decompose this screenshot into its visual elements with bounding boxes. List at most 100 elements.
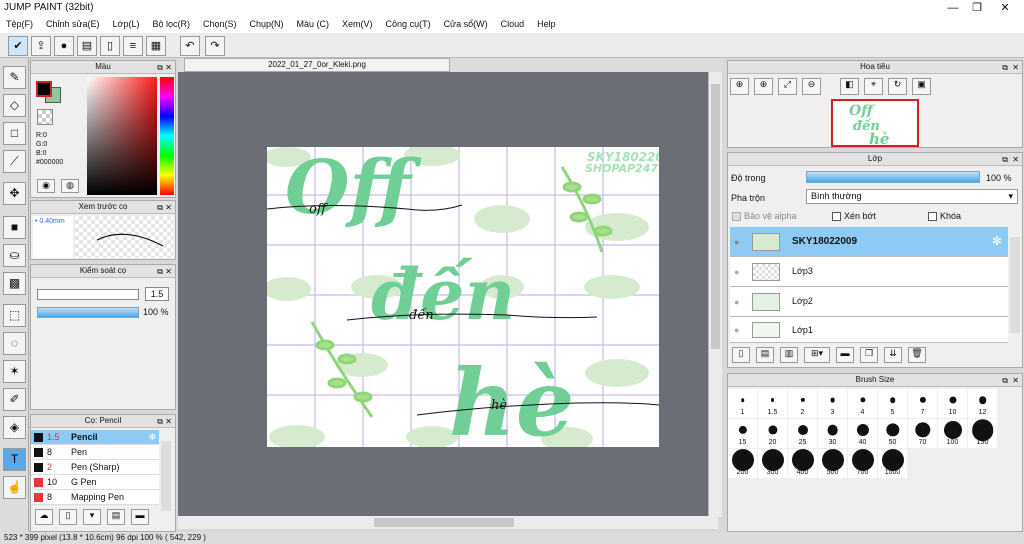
- menu-help[interactable]: Help: [537, 16, 556, 33]
- foreground-color-swatch[interactable]: [36, 81, 52, 97]
- canvas-horizontal-scrollbar[interactable]: [178, 516, 718, 529]
- brush-size-cell[interactable]: 40: [848, 419, 878, 449]
- eraser-tool-icon[interactable]: ◇: [3, 94, 26, 117]
- layer-row[interactable]: ● Lớp2: [730, 287, 1008, 317]
- gear-icon[interactable]: ✻: [148, 432, 156, 443]
- menu-color[interactable]: Màu (C): [297, 16, 330, 33]
- brush-item-pen-sharp[interactable]: 2 Pen (Sharp): [31, 460, 159, 475]
- brush-size-cell[interactable]: 50: [878, 419, 908, 449]
- move-tool-icon[interactable]: ✥: [3, 182, 26, 205]
- brush-item-pencil[interactable]: 1.5 Pencil ✻: [31, 430, 159, 445]
- brush-size-cell[interactable]: 700: [848, 449, 878, 479]
- list-icon[interactable]: ≡: [123, 36, 143, 56]
- brush-size-cell[interactable]: 10: [938, 389, 968, 419]
- saturation-value-picker[interactable]: [87, 77, 157, 195]
- brush-size-cell[interactable]: 500: [818, 449, 848, 479]
- zoom-out-icon[interactable]: ⊖: [802, 78, 821, 95]
- artwork-canvas[interactable]: Off đến hè off đến hè SKY18022009 SHOPAP…: [267, 147, 659, 447]
- menu-select[interactable]: Chọn(S): [203, 16, 237, 33]
- rect-select-tool-icon[interactable]: □: [3, 122, 26, 145]
- new-layer-1bit-icon[interactable]: ▥: [780, 347, 798, 363]
- lock-option[interactable]: Khóa: [928, 211, 961, 221]
- undo-icon[interactable]: ↶: [180, 36, 200, 56]
- delete-layer-icon[interactable]: 🗑: [908, 347, 926, 363]
- panel-close-icon[interactable]: ✕: [1012, 375, 1019, 387]
- brush-size-slider[interactable]: [37, 289, 139, 300]
- text-tool-icon[interactable]: T: [3, 448, 26, 471]
- select-eraser-tool-icon[interactable]: ◈: [3, 416, 26, 439]
- brush-size-cell[interactable]: 25: [788, 419, 818, 449]
- menu-capture[interactable]: Chụp(N): [250, 16, 284, 33]
- color-settings-icon[interactable]: ◍: [61, 179, 79, 193]
- undock-icon[interactable]: ⧉: [1002, 375, 1008, 387]
- brush-options-icon[interactable]: ▾: [83, 509, 101, 525]
- brush-item-pen[interactable]: 8 Pen: [31, 445, 159, 460]
- bucket-tool-icon[interactable]: ⛀: [3, 244, 26, 267]
- brush-size-cell[interactable]: 12: [968, 389, 998, 419]
- close-button[interactable]: ✕: [990, 0, 1020, 16]
- canvas-vertical-scrollbar[interactable]: [708, 72, 722, 517]
- checkbox[interactable]: [928, 211, 937, 221]
- grid-icon[interactable]: ▦: [146, 36, 166, 56]
- menu-layer[interactable]: Lớp(L): [113, 16, 140, 33]
- brush-size-cell[interactable]: 5: [878, 389, 908, 419]
- transparent-swatch[interactable]: [37, 109, 53, 125]
- brush-size-cell[interactable]: 70: [908, 419, 938, 449]
- vscroll-thumb[interactable]: [711, 84, 720, 349]
- gear-icon[interactable]: ✻: [992, 234, 1002, 248]
- clipping-option[interactable]: Xén bớt: [832, 211, 876, 221]
- protect-alpha-option[interactable]: Bảo vệ alpha: [732, 211, 797, 221]
- layer-list-scrollbar[interactable]: [1010, 237, 1020, 333]
- panel-close-icon[interactable]: ✕: [165, 416, 172, 428]
- brush-size-cell[interactable]: 20: [758, 419, 788, 449]
- folder-icon[interactable]: ▬: [131, 509, 149, 525]
- brush-size-cell[interactable]: 4: [848, 389, 878, 419]
- eye-icon[interactable]: ●: [734, 237, 739, 247]
- brush-tool-icon[interactable]: ✎: [3, 66, 26, 89]
- panel-close-icon[interactable]: ✕: [1012, 62, 1019, 74]
- select-pen-tool-icon[interactable]: ✐: [3, 388, 26, 411]
- comment-icon[interactable]: ▤: [77, 36, 97, 56]
- brush-size-cell[interactable]: 7: [908, 389, 938, 419]
- eye-icon[interactable]: ●: [734, 297, 739, 307]
- zoom-actual-icon[interactable]: ⊕: [730, 78, 749, 95]
- flip-horizontal-icon[interactable]: ◧: [840, 78, 859, 95]
- hand-tool-icon[interactable]: ☝: [3, 476, 26, 499]
- duplicate-layer-icon[interactable]: ❐: [860, 347, 878, 363]
- undock-icon[interactable]: ⧉: [157, 202, 163, 214]
- rotate-reset-icon[interactable]: ⌖: [864, 78, 883, 95]
- menu-window[interactable]: Cửa sổ(W): [444, 16, 488, 33]
- lock-view-icon[interactable]: ▣: [912, 78, 931, 95]
- palette-icon[interactable]: ◉: [37, 179, 55, 193]
- hscroll-thumb[interactable]: [374, 518, 514, 527]
- menu-filter[interactable]: Bộ lọc(R): [152, 16, 190, 33]
- new-layer-8bit-icon[interactable]: ▤: [756, 347, 774, 363]
- checkbox[interactable]: [832, 211, 841, 221]
- layer-row[interactable]: ● Lớp1: [730, 317, 1008, 343]
- merge-layer-icon[interactable]: ⇊: [884, 347, 902, 363]
- fill-rect-tool-icon[interactable]: ■: [3, 216, 26, 239]
- brush-size-cell[interactable]: 400: [788, 449, 818, 479]
- cloud-download-icon[interactable]: ☁: [35, 509, 53, 525]
- gradient-tool-icon[interactable]: ▩: [3, 272, 26, 295]
- undock-icon[interactable]: ⧉: [1002, 62, 1008, 74]
- brush-size-cell[interactable]: 1: [728, 389, 758, 419]
- brush-size-cell[interactable]: 3: [818, 389, 848, 419]
- brush-size-cell[interactable]: 100: [938, 419, 968, 449]
- brush-size-input[interactable]: 1.5: [145, 287, 169, 301]
- brush-size-cell[interactable]: 1000: [878, 449, 908, 479]
- rotate-icon[interactable]: ↻: [888, 78, 907, 95]
- fit-window-icon[interactable]: ⤢: [778, 78, 797, 95]
- menu-file[interactable]: Tệp(F): [6, 16, 33, 33]
- speech-bubble-icon[interactable]: ●: [54, 36, 74, 56]
- magic-wand-tool-icon[interactable]: ✶: [3, 360, 26, 383]
- brush-list-scrollbar[interactable]: [161, 441, 171, 511]
- brush-item-g-pen[interactable]: 10 G Pen: [31, 475, 159, 490]
- panel-close-icon[interactable]: ✕: [165, 202, 172, 214]
- menu-tools[interactable]: Công cụ(T): [386, 16, 431, 33]
- copy-brush-icon[interactable]: ▤: [107, 509, 125, 525]
- document-icon[interactable]: ▯: [100, 36, 120, 56]
- brush-size-cell[interactable]: 1.5: [758, 389, 788, 419]
- layer-row[interactable]: ● SKY18022009 ✻: [730, 227, 1008, 257]
- panel-close-icon[interactable]: ✕: [165, 266, 172, 278]
